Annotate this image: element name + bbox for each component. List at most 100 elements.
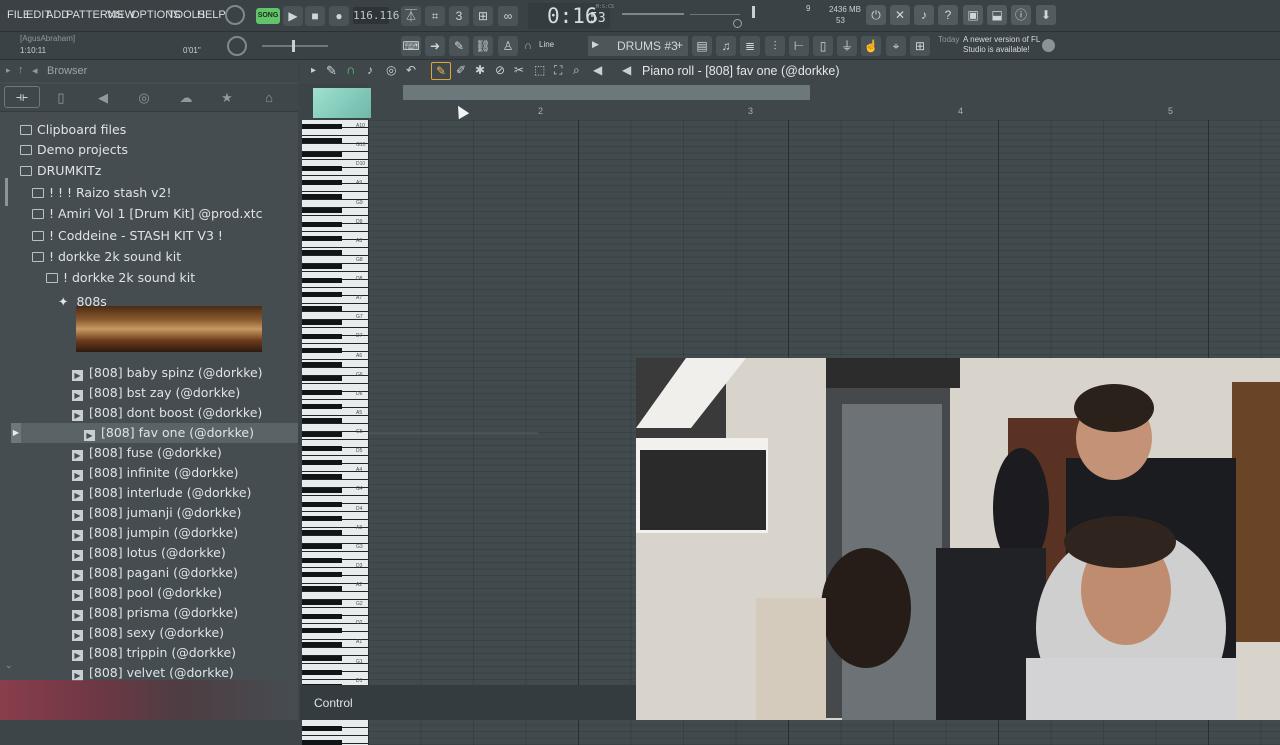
browser-item[interactable]: ! dorkke 2k sound kit bbox=[0, 247, 298, 267]
browser-item[interactable]: ▶ [808] infinite (@dorkke) bbox=[0, 463, 298, 483]
browser-item[interactable]: ▶ [808] bst zay (@dorkke) bbox=[0, 383, 298, 403]
piano-roll-button[interactable]: ♫ bbox=[716, 36, 736, 56]
control-strip[interactable]: Control bbox=[300, 685, 636, 720]
browser-item[interactable]: ▶ [808] jumpin (@dorkke) bbox=[0, 523, 298, 543]
typing-keyboard-button[interactable]: ⌨ bbox=[401, 36, 421, 56]
browser-toggle-button[interactable]: ⊢ bbox=[789, 36, 809, 56]
master-slider[interactable] bbox=[262, 40, 328, 52]
browser-item[interactable]: ▶ [808] pool (@dorkke) bbox=[0, 583, 298, 603]
globe-icon[interactable] bbox=[1042, 39, 1055, 52]
timeline-ruler[interactable]: 2 3 4 5 bbox=[313, 84, 1280, 120]
marketplace-button[interactable]: ⌖ bbox=[886, 36, 906, 56]
tab-plugins[interactable]: ⌂ bbox=[259, 89, 279, 107]
record-circle-icon[interactable]: ◎ bbox=[386, 63, 396, 77]
zoom-fit-icon[interactable]: ⛶ bbox=[554, 63, 562, 78]
browser-item[interactable]: ▶ [808] trippin (@dorkke) bbox=[0, 643, 298, 663]
pencil-mode-button[interactable]: ✎ bbox=[449, 36, 469, 56]
horizontal-scrollbar[interactable] bbox=[403, 85, 810, 100]
plugin-picker-button[interactable]: ⏚ bbox=[837, 36, 857, 56]
browser-item[interactable]: ▶ [808] lotus (@dorkke) bbox=[0, 543, 298, 563]
stamp-button[interactable]: ♙ bbox=[498, 36, 518, 56]
play-button[interactable]: ▶ bbox=[283, 6, 303, 26]
pitch-knob[interactable] bbox=[227, 36, 247, 56]
panel-arrow-icon[interactable]: ▸ bbox=[6, 65, 11, 76]
loop-record-button[interactable]: ∞ bbox=[498, 6, 518, 26]
note-icon[interactable]: ♪ bbox=[367, 63, 373, 77]
step-edit-button[interactable]: ⊞ bbox=[473, 6, 493, 26]
time-display[interactable]: 0:16 53 M:S:CS bbox=[528, 3, 614, 29]
wait-input-button[interactable]: ⌗ bbox=[425, 6, 445, 26]
paint-icon[interactable]: ✐ bbox=[456, 63, 466, 77]
info-button[interactable]: ⓘ bbox=[1011, 5, 1031, 25]
browser-item[interactable]: ▶ [808] sexy (@dorkke) bbox=[0, 623, 298, 643]
save-button[interactable]: ▣ bbox=[963, 5, 983, 25]
back-arrow-icon[interactable]: ◂ bbox=[32, 64, 38, 77]
tab-all[interactable]: ⟛ bbox=[4, 86, 40, 108]
browser-item[interactable]: ▶ [808] baby spinz (@dorkke) bbox=[0, 363, 298, 383]
playlist-button[interactable]: ▤ bbox=[692, 36, 712, 56]
reset-button[interactable]: ⏻ bbox=[866, 5, 886, 25]
snap-mode-select[interactable]: Line bbox=[539, 40, 554, 49]
mixer-button[interactable]: ⫶ bbox=[765, 36, 785, 56]
link-button[interactable]: ⛓ bbox=[473, 36, 493, 56]
tab-favorites[interactable]: ★ bbox=[217, 89, 237, 107]
browser-item[interactable]: ▶ [808] fuse (@dorkke) bbox=[0, 443, 298, 463]
pattern-selector[interactable]: ▶ DRUMS #3 + bbox=[588, 36, 688, 56]
zoom-icon[interactable]: ⌕ bbox=[573, 63, 580, 78]
master-volume-knob[interactable] bbox=[225, 5, 245, 25]
tab-files[interactable]: ▯ bbox=[51, 89, 71, 107]
metronome-button[interactable]: ⏄ bbox=[401, 6, 421, 26]
wrench-icon[interactable]: ✎ bbox=[326, 63, 337, 79]
touch-keyboard-button[interactable]: ☝ bbox=[861, 36, 881, 56]
browser-item[interactable]: Demo projects bbox=[0, 140, 298, 160]
master-slider-handle[interactable] bbox=[292, 40, 295, 52]
browser-item[interactable]: ! Coddeine - STASH KIT V3 ! bbox=[0, 226, 298, 246]
browser-item[interactable]: ▶ [808] prisma (@dorkke) bbox=[0, 603, 298, 623]
mic-button[interactable]: ♪ bbox=[914, 5, 934, 25]
browser-item[interactable]: ! Amiri Vol 1 [Drum Kit] @prod.xtc bbox=[0, 204, 298, 224]
browser-item[interactable]: ! ! ! Raizo stash v2! bbox=[0, 183, 298, 203]
tempo-display[interactable]: 116.116 bbox=[353, 7, 399, 24]
tab-cloud[interactable]: ☁ bbox=[176, 89, 196, 107]
piano-roll-menu-icon[interactable]: ▸ bbox=[311, 65, 316, 76]
export-button[interactable]: ⬓ bbox=[987, 5, 1007, 25]
project-info-button[interactable]: ▯ bbox=[813, 36, 833, 56]
undo-icon[interactable]: ↶ bbox=[406, 63, 416, 77]
online-button[interactable]: ✕ bbox=[890, 5, 910, 25]
preview-play-icon[interactable]: ▶ bbox=[11, 423, 21, 443]
browser-item[interactable]: ! dorkke 2k sound kit bbox=[0, 268, 298, 288]
main-pitch-slider[interactable] bbox=[622, 13, 684, 15]
delete-tool-icon[interactable]: ✱ bbox=[475, 63, 485, 77]
browser-item[interactable]: ▶ [808] interlude (@dorkke) bbox=[0, 483, 298, 503]
help-button[interactable]: ? bbox=[938, 5, 958, 25]
song-mode-toggle[interactable]: SONG bbox=[256, 8, 280, 24]
download-button[interactable]: ⬇ bbox=[1036, 5, 1056, 25]
tab-audio[interactable]: ◀ bbox=[93, 89, 113, 107]
collapse-icon[interactable]: ⌄ bbox=[5, 660, 13, 671]
browser-item[interactable]: ▶ [808] dont boost (@dorkke) bbox=[0, 403, 298, 423]
channel-rack-button[interactable]: ≣ bbox=[740, 36, 760, 56]
news-text[interactable]: A newer version of FL Studio is availabl… bbox=[963, 35, 1043, 55]
browser-item[interactable]: ▶ [808] fav one (@dorkke) bbox=[12, 423, 298, 443]
browser-item[interactable]: DRUMKITz bbox=[0, 161, 298, 181]
add-pattern-icon[interactable]: + bbox=[676, 38, 683, 52]
stop-button[interactable]: ■ bbox=[305, 6, 325, 26]
bar-number: 2 bbox=[538, 106, 544, 116]
slice-tool-icon[interactable]: ✂ bbox=[514, 63, 524, 77]
menu-help[interactable]: HELP bbox=[197, 9, 226, 21]
mute-tool-icon[interactable]: ⊘ bbox=[495, 63, 505, 77]
record-button[interactable]: ● bbox=[329, 6, 349, 26]
browser-item[interactable]: ▶ [808] jumanji (@dorkke) bbox=[0, 503, 298, 523]
magnet-snap-icon[interactable]: ∩ bbox=[346, 62, 355, 77]
tab-online[interactable]: ◎ bbox=[134, 89, 154, 107]
cart-button[interactable]: ⊞ bbox=[910, 36, 930, 56]
select-tool-icon[interactable]: ⬚ bbox=[534, 63, 545, 77]
browser-item[interactable]: ▶ [808] pagani (@dorkke) bbox=[0, 563, 298, 583]
playback-tool-icon[interactable]: ◀ bbox=[593, 63, 602, 77]
piano-black-keys[interactable] bbox=[302, 120, 342, 745]
countdown-button[interactable]: 3 bbox=[449, 6, 469, 26]
up-arrow-icon[interactable]: ↑ bbox=[18, 64, 24, 76]
arrow-button[interactable]: ➜ bbox=[425, 36, 445, 56]
browser-item[interactable]: Clipboard files bbox=[0, 120, 298, 140]
pencil-tool-button[interactable]: ✎ bbox=[431, 62, 451, 80]
